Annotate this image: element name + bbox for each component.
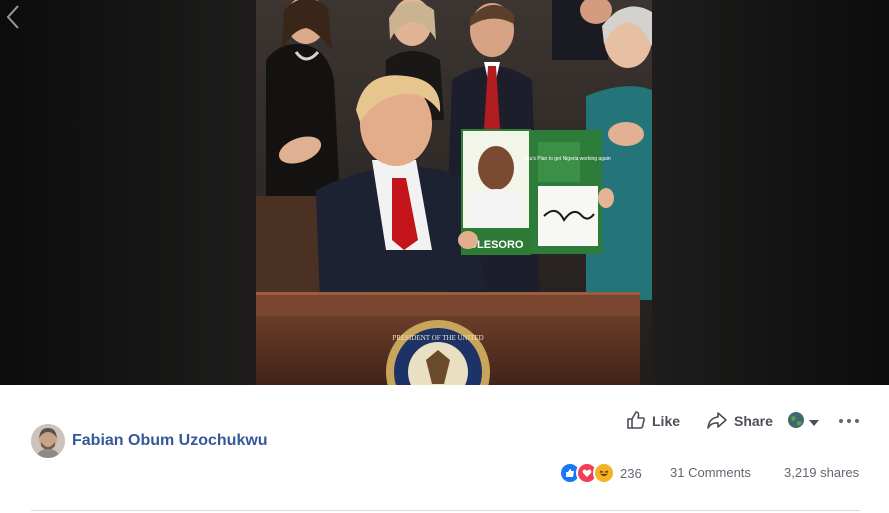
globe-icon [787,411,805,432]
share-label: Share [734,413,773,429]
comments-link[interactable]: 31 Comments [670,465,751,480]
seal-text: PRESIDENT OF THE UNITED [392,334,483,342]
shares-link[interactable]: 3,219 shares [784,465,859,480]
share-arrow-icon [706,410,728,433]
author-name[interactable]: Fabian Obum Uzochukwu [72,432,268,450]
post-author: Fabian Obum Uzochukwu [31,424,268,458]
media-viewer: OLESORO Atiku's Plan to get Nigeria work… [0,0,889,385]
video-frame[interactable]: OLESORO Atiku's Plan to get Nigeria work… [256,0,652,385]
chevron-left-icon[interactable] [4,4,22,30]
chevron-down-icon [809,413,819,429]
reaction-count: 236 [620,465,642,481]
more-dots-icon[interactable] [838,411,860,431]
audience-selector[interactable] [787,411,823,431]
thumbs-up-icon [626,410,646,433]
share-button[interactable]: Share [706,408,773,434]
chair [256,196,320,300]
reaction-summary[interactable]: 236 [559,462,642,484]
viewer-backdrop-left [0,0,256,385]
haha-reaction-icon [593,462,615,484]
flyer-title: Atiku's Plan to get Nigeria working agai… [521,156,611,162]
like-label: Like [652,413,681,429]
avatar[interactable] [31,424,65,458]
viewer-backdrop-right [652,0,889,385]
like-button[interactable]: Like [626,408,680,434]
divider [31,510,860,511]
campaign-flyer: OLESORO Atiku's Plan to get Nigeria work… [458,129,614,255]
